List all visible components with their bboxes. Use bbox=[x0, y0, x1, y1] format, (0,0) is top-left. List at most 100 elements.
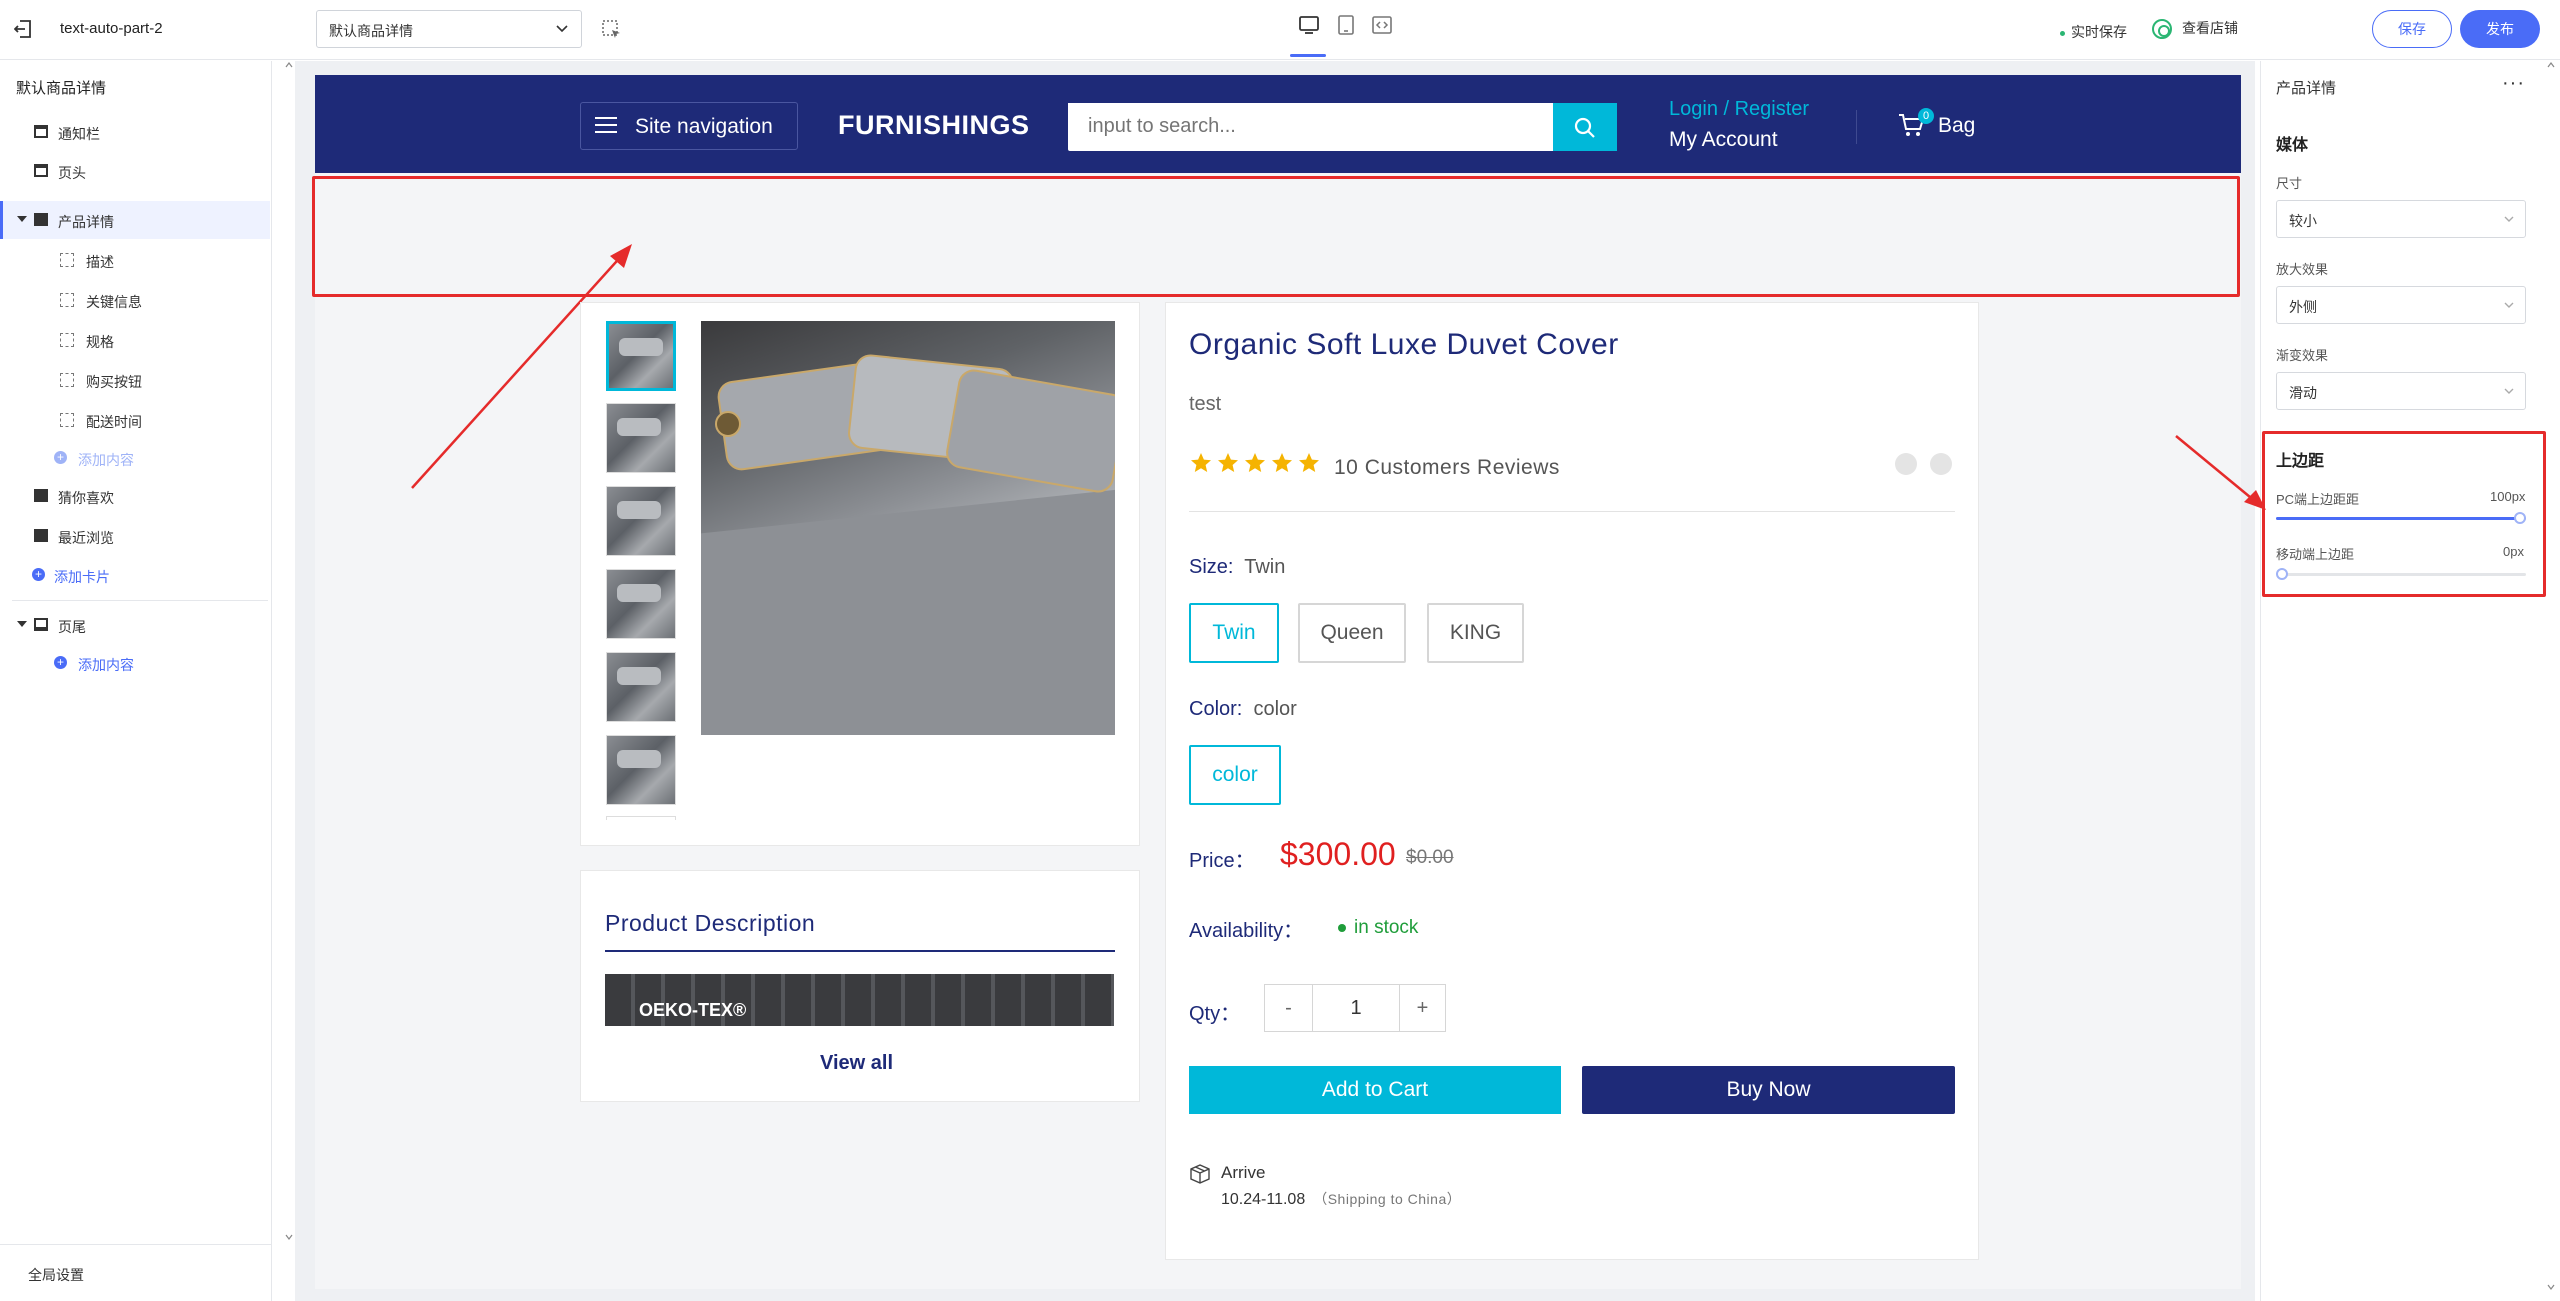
product-info-card bbox=[1165, 302, 1979, 1260]
view-store-link[interactable]: 查看店铺 bbox=[2152, 18, 2238, 40]
facebook-share-icon[interactable] bbox=[1895, 453, 1917, 475]
block-icon bbox=[60, 373, 74, 387]
gallery-thumbnail[interactable] bbox=[606, 403, 676, 473]
chevron-down-icon bbox=[2504, 302, 2514, 308]
size-setting-select[interactable]: 较小 bbox=[2276, 200, 2526, 238]
arrive-dates: 10.24-11.08 （Shipping to China） bbox=[1221, 1189, 1461, 1209]
section-icon bbox=[34, 164, 48, 177]
star-icon bbox=[1299, 453, 1319, 472]
gallery-thumbnail[interactable] bbox=[606, 652, 676, 722]
twitter-share-icon[interactable] bbox=[1930, 453, 1952, 475]
login-register-link[interactable]: Login / Register bbox=[1669, 98, 1809, 121]
gradient-setting-label: 渐变效果 bbox=[2276, 348, 2329, 363]
color-selected-value: color bbox=[1253, 698, 1297, 720]
tree-item-label: 页头 bbox=[58, 165, 86, 181]
store-brand-logo[interactable]: FURNISHINGS bbox=[838, 110, 1030, 141]
divider bbox=[1856, 110, 1857, 144]
site-navigation-button[interactable]: Site navigation bbox=[580, 102, 798, 150]
qty-increment-button[interactable]: + bbox=[1399, 985, 1445, 1031]
rating-stars bbox=[1189, 451, 1324, 477]
desktop-view-icon[interactable] bbox=[1298, 14, 1320, 36]
status-dot-icon bbox=[2060, 30, 2065, 36]
section-icon bbox=[34, 529, 48, 542]
search-button[interactable] bbox=[1553, 103, 1617, 151]
add-to-cart-button[interactable]: Add to Cart bbox=[1189, 1066, 1561, 1114]
plus-icon: + bbox=[54, 451, 67, 464]
tree-item-specs[interactable]: 规格 bbox=[0, 321, 270, 359]
tree-item-you-may-like[interactable]: 猜你喜欢 bbox=[0, 477, 270, 515]
caret-down-icon[interactable] bbox=[17, 216, 27, 222]
gallery-thumbnail[interactable] bbox=[606, 486, 676, 556]
reviews-count[interactable]: 10 Customers Reviews bbox=[1334, 456, 1560, 480]
block-icon bbox=[60, 413, 74, 427]
zoom-setting-value: 外侧 bbox=[2289, 299, 2317, 315]
more-options-icon[interactable]: ··· bbox=[2502, 72, 2525, 95]
add-card-button[interactable]: + 添加卡片 bbox=[0, 556, 270, 594]
save-button[interactable]: 保存 bbox=[2372, 10, 2452, 48]
autosave-status: 实时保存 bbox=[2060, 22, 2127, 42]
publish-button[interactable]: 发布 bbox=[2460, 10, 2540, 48]
tree-item-header[interactable]: 页头 bbox=[0, 152, 270, 190]
tree-item-label: 通知栏 bbox=[58, 126, 100, 142]
add-content-button[interactable]: + 添加内容 bbox=[0, 644, 270, 682]
tablet-view-icon[interactable] bbox=[1335, 14, 1357, 36]
gradient-setting-select[interactable]: 滑动 bbox=[2276, 372, 2526, 410]
chevron-down-icon bbox=[556, 25, 568, 33]
tree-item-key-info[interactable]: 关键信息 bbox=[0, 281, 270, 319]
color-option[interactable]: color bbox=[1189, 745, 1281, 805]
select-element-icon[interactable] bbox=[602, 20, 622, 40]
tree-item-buy-button[interactable]: 购买按钮 bbox=[0, 361, 270, 399]
size-option-queen[interactable]: Queen bbox=[1298, 603, 1406, 663]
add-content-button[interactable]: + 添加内容 bbox=[0, 439, 270, 477]
star-icon bbox=[1191, 453, 1211, 472]
qty-label: Qty： bbox=[1189, 1003, 1241, 1025]
tree-item-product-detail[interactable]: 产品详情 bbox=[0, 201, 270, 239]
annotation-highlight-box bbox=[2262, 431, 2546, 597]
section-icon bbox=[34, 618, 48, 631]
tree-item-delivery-time[interactable]: 配送时间 bbox=[0, 401, 270, 439]
size-label: Size: Twin bbox=[1189, 556, 1285, 579]
caret-down-icon[interactable] bbox=[17, 621, 27, 627]
star-icon bbox=[1272, 453, 1292, 472]
search-input[interactable] bbox=[1068, 103, 1528, 149]
gallery-thumbnail[interactable] bbox=[606, 816, 676, 820]
chevron-down-icon bbox=[2504, 216, 2514, 222]
tree-item-notification-bar[interactable]: 通知栏 bbox=[0, 113, 270, 151]
code-view-icon[interactable] bbox=[1371, 14, 1393, 36]
zoom-setting-select[interactable]: 外侧 bbox=[2276, 286, 2526, 324]
gallery-thumbnail[interactable] bbox=[606, 321, 676, 391]
size-option-twin[interactable]: Twin bbox=[1189, 603, 1279, 663]
shipping-note: （Shipping to China） bbox=[1313, 1191, 1462, 1207]
block-icon bbox=[60, 253, 74, 267]
exit-icon[interactable] bbox=[14, 18, 34, 40]
gallery-thumbnail[interactable] bbox=[606, 569, 676, 639]
availability-status: in stock bbox=[1338, 917, 1418, 939]
active-view-indicator bbox=[1290, 54, 1326, 57]
qty-decrement-button[interactable]: - bbox=[1265, 985, 1313, 1031]
right-scrollbar[interactable] bbox=[2546, 61, 2556, 1291]
availability-label: Availability： bbox=[1189, 920, 1304, 942]
size-option-king[interactable]: KING bbox=[1427, 603, 1524, 663]
view-all-link[interactable]: View all bbox=[820, 1052, 893, 1075]
right-settings-panel bbox=[2260, 61, 2560, 1301]
tree-item-description[interactable]: 描述 bbox=[0, 241, 270, 279]
size-setting-value: 较小 bbox=[2289, 213, 2317, 229]
tree-item-footer[interactable]: 页尾 bbox=[0, 606, 270, 644]
size-selected-value: Twin bbox=[1244, 556, 1286, 578]
color-label: Color: color bbox=[1189, 698, 1297, 721]
divider bbox=[1189, 511, 1955, 512]
site-navigation-label: Site navigation bbox=[635, 115, 773, 138]
global-settings-button[interactable]: 全局设置 bbox=[0, 1244, 272, 1301]
tree-item-recently-viewed[interactable]: 最近浏览 bbox=[0, 517, 270, 555]
gallery-thumbnail[interactable] bbox=[606, 735, 676, 805]
left-scrollbar[interactable] bbox=[284, 61, 294, 1241]
left-panel-heading: 默认商品详情 bbox=[16, 80, 107, 97]
my-account-link[interactable]: My Account bbox=[1669, 128, 1778, 152]
chevron-down-icon bbox=[2504, 388, 2514, 394]
product-subtitle: test bbox=[1189, 393, 1222, 415]
buy-now-button[interactable]: Buy Now bbox=[1582, 1066, 1955, 1114]
product-main-image[interactable] bbox=[701, 321, 1115, 735]
page-template-select[interactable]: 默认商品详情 bbox=[316, 10, 582, 48]
qty-input[interactable]: 1 bbox=[1313, 985, 1399, 1031]
block-icon bbox=[60, 293, 74, 307]
